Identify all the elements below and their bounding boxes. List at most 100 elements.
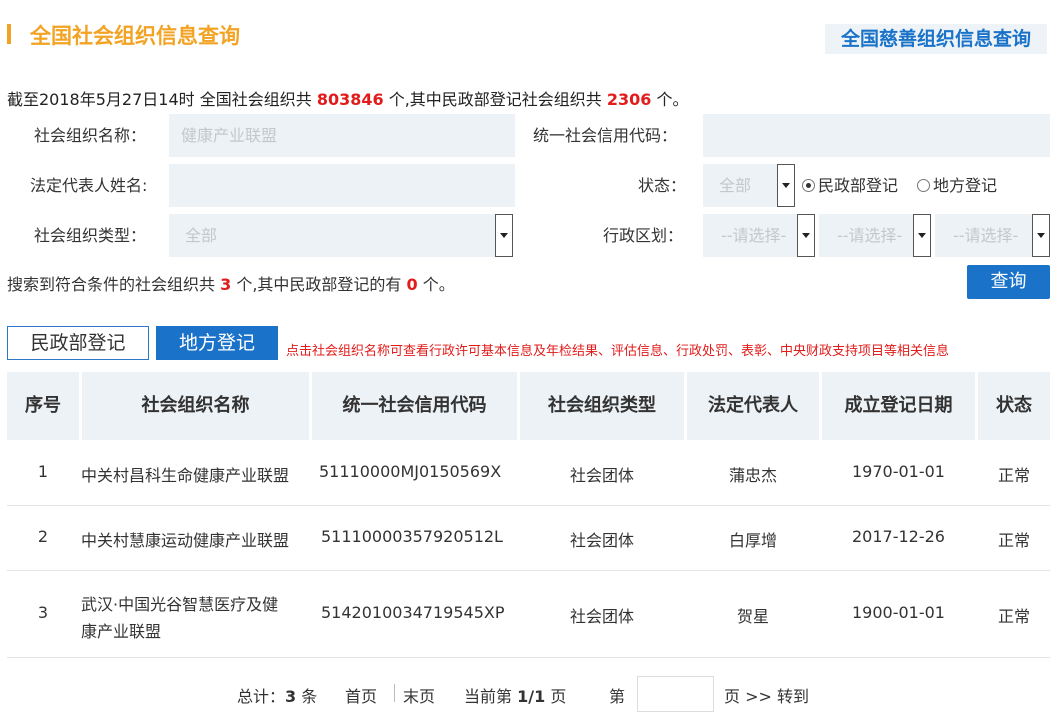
status-dropdown-button[interactable] (777, 164, 795, 207)
region-label: 行政区划： (603, 226, 684, 245)
row-org-type: 社会团体 (569, 531, 634, 550)
radio-checked-icon (802, 179, 815, 192)
result-middle: 个,其中民政部登记的有 (236, 275, 402, 294)
pager-current-label: 当前第 (464, 687, 513, 706)
pager-total: 总计：3 条 (237, 683, 317, 707)
page-number-input[interactable] (637, 676, 714, 712)
region-select-province[interactable]: --请选择- (703, 214, 797, 257)
row-org-type: 社会团体 (569, 466, 634, 485)
radio-local[interactable]: 地方登记 (917, 164, 997, 207)
row-legal-rep: 白厚增 (728, 531, 777, 550)
status-select[interactable]: 全部 (703, 164, 777, 207)
result-count: 3 (220, 275, 232, 294)
radio-ministry[interactable]: 民政部登记 (802, 164, 898, 207)
org-type-label: 社会组织类型： (34, 226, 147, 245)
tab-local-registration[interactable]: 地方登记 (156, 326, 278, 360)
radio-local-label: 地方登记 (933, 176, 998, 195)
summary-suffix: 个。 (656, 90, 689, 109)
row-credit-code: 5142010034719545XP (321, 603, 505, 622)
info-notice: 点击社会组织名称可查看行政许可基本信息及年检结果、评估信息、行政处罚、表彰、中央… (286, 344, 950, 359)
page-header: 全国社会组织信息查询 全国慈善组织信息查询 (0, 0, 1057, 70)
result-line: 搜索到符合条件的社会组织共 3 个,其中民政部登记的有 0 个。 (7, 271, 455, 295)
org-name-input[interactable]: 健康产业联盟 (169, 114, 515, 157)
header-reg-date: 成立登记日期 (822, 372, 975, 440)
table-row: 3 武汉·中国光谷智慧医疗及健 康产业联盟 5142010034719545XP… (7, 571, 1050, 658)
pager-total-unit: 条 (301, 687, 318, 706)
table-row: 1 中关村昌科生命健康产业联盟 51110000MJ0150569X 社会团体 … (7, 440, 1050, 506)
legal-rep-input[interactable] (169, 164, 515, 207)
header-legal-rep: 法定代表人 (687, 372, 819, 440)
query-button[interactable]: 查询 (967, 265, 1050, 299)
pager-first-link[interactable]: 首页 (345, 683, 377, 707)
summary-middle: 个,其中民政部登记社会组织共 (388, 90, 602, 109)
header-org-type: 社会组织类型 (520, 372, 684, 440)
row-legal-rep: 贺星 (736, 607, 769, 626)
summary-ministry-total: 2306 (606, 90, 652, 109)
row-index: 2 (37, 527, 49, 546)
row-reg-date: 1970-01-01 (852, 462, 945, 481)
row-status: 正常 (997, 607, 1030, 626)
pager-divider (394, 684, 395, 702)
radio-ministry-label: 民政部登记 (818, 176, 899, 195)
row-reg-date: 2017-12-26 (852, 527, 945, 546)
row-status: 正常 (997, 466, 1030, 485)
summary-line: 截至2018年5月27日14时 全国社会组织共 803846 个,其中民政部登记… (7, 86, 689, 110)
row-reg-date: 1900-01-01 (852, 603, 945, 622)
pager-total-label: 总计： (237, 687, 286, 706)
page-title: 全国社会组织信息查询 (30, 24, 240, 48)
region-province-dropdown-button[interactable] (797, 214, 815, 257)
tab-ministry-registration[interactable]: 民政部登记 (7, 326, 149, 360)
radio-unchecked-icon (917, 179, 930, 192)
table-row: 2 中关村慧康运动健康产业联盟 51110000357920512L 社会团体 … (7, 506, 1050, 571)
form-row-name: 社会组织名称： 健康产业联盟 统一社会信用代码： (7, 114, 1050, 157)
region-city-dropdown-button[interactable] (913, 214, 931, 257)
pager-goto-prefix: 第 (609, 687, 626, 706)
row-legal-rep: 蒲忠杰 (728, 466, 777, 485)
header-credit-code: 统一社会信用代码 (312, 372, 517, 440)
pager-total-count: 3 (285, 687, 297, 706)
row-org-type: 社会团体 (569, 607, 634, 626)
chevron-down-icon (1037, 233, 1045, 238)
title-accent-bar (7, 24, 11, 44)
result-ministry-count: 0 (406, 275, 418, 294)
table-header: 序号 社会组织名称 统一社会信用代码 社会组织类型 法定代表人 成立登记日期 状… (7, 372, 1050, 440)
row-credit-code: 51110000MJ0150569X (319, 462, 502, 481)
header-org-name: 社会组织名称 (82, 372, 309, 440)
org-name-link[interactable]: 武汉·中国光谷智慧医疗及健 康产业联盟 (81, 591, 278, 642)
charity-query-link[interactable]: 全国慈善组织信息查询 (825, 24, 1047, 54)
region-select-city[interactable]: --请选择- (819, 214, 913, 257)
chevron-down-icon (782, 183, 790, 188)
credit-code-label: 统一社会信用代码： (533, 126, 678, 145)
org-name-line-2: 康产业联盟 (81, 622, 162, 641)
org-type-dropdown-button[interactable] (495, 214, 513, 257)
header-index: 序号 (7, 372, 79, 440)
pager-last-link[interactable]: 末页 (403, 683, 435, 707)
org-name-label: 社会组织名称： (34, 126, 147, 145)
pager-current-value: 1/1 (517, 687, 546, 706)
pager-current: 当前第 1/1 页 (464, 683, 566, 707)
region-select-district[interactable]: --请选择- (935, 214, 1032, 257)
header-status: 状态 (978, 372, 1050, 440)
row-credit-code: 51110000357920512L (321, 527, 503, 546)
pager-goto-link[interactable]: 页 >> 转到 (724, 683, 809, 707)
region-district-dropdown-button[interactable] (1032, 214, 1050, 257)
credit-code-input[interactable] (703, 114, 1050, 157)
chevron-down-icon (802, 233, 810, 238)
row-status: 正常 (997, 531, 1030, 550)
org-type-select[interactable]: 全部 (169, 214, 495, 257)
summary-prefix: 截至2018年5月27日14时 全国社会组织共 (7, 90, 312, 109)
org-name-link[interactable]: 中关村昌科生命健康产业联盟 (81, 462, 289, 486)
row-index: 1 (37, 462, 49, 481)
result-prefix: 搜索到符合条件的社会组织共 (7, 275, 216, 294)
result-suffix: 个。 (422, 275, 455, 294)
summary-total: 803846 (316, 90, 384, 109)
pager-current-unit: 页 (550, 687, 567, 706)
chevron-down-icon (500, 233, 508, 238)
legal-rep-label: 法定代表人姓名: (30, 176, 148, 195)
org-name-link[interactable]: 中关村慧康运动健康产业联盟 (81, 527, 289, 551)
status-label: 状态： (638, 176, 687, 195)
row-index: 3 (37, 603, 49, 622)
chevron-down-icon (918, 233, 926, 238)
org-name-line-1: 武汉·中国光谷智慧医疗及健 (81, 595, 279, 614)
form-row-rep: 法定代表人姓名: 状态： 全部 民政部登记 地方登记 (7, 164, 1050, 207)
